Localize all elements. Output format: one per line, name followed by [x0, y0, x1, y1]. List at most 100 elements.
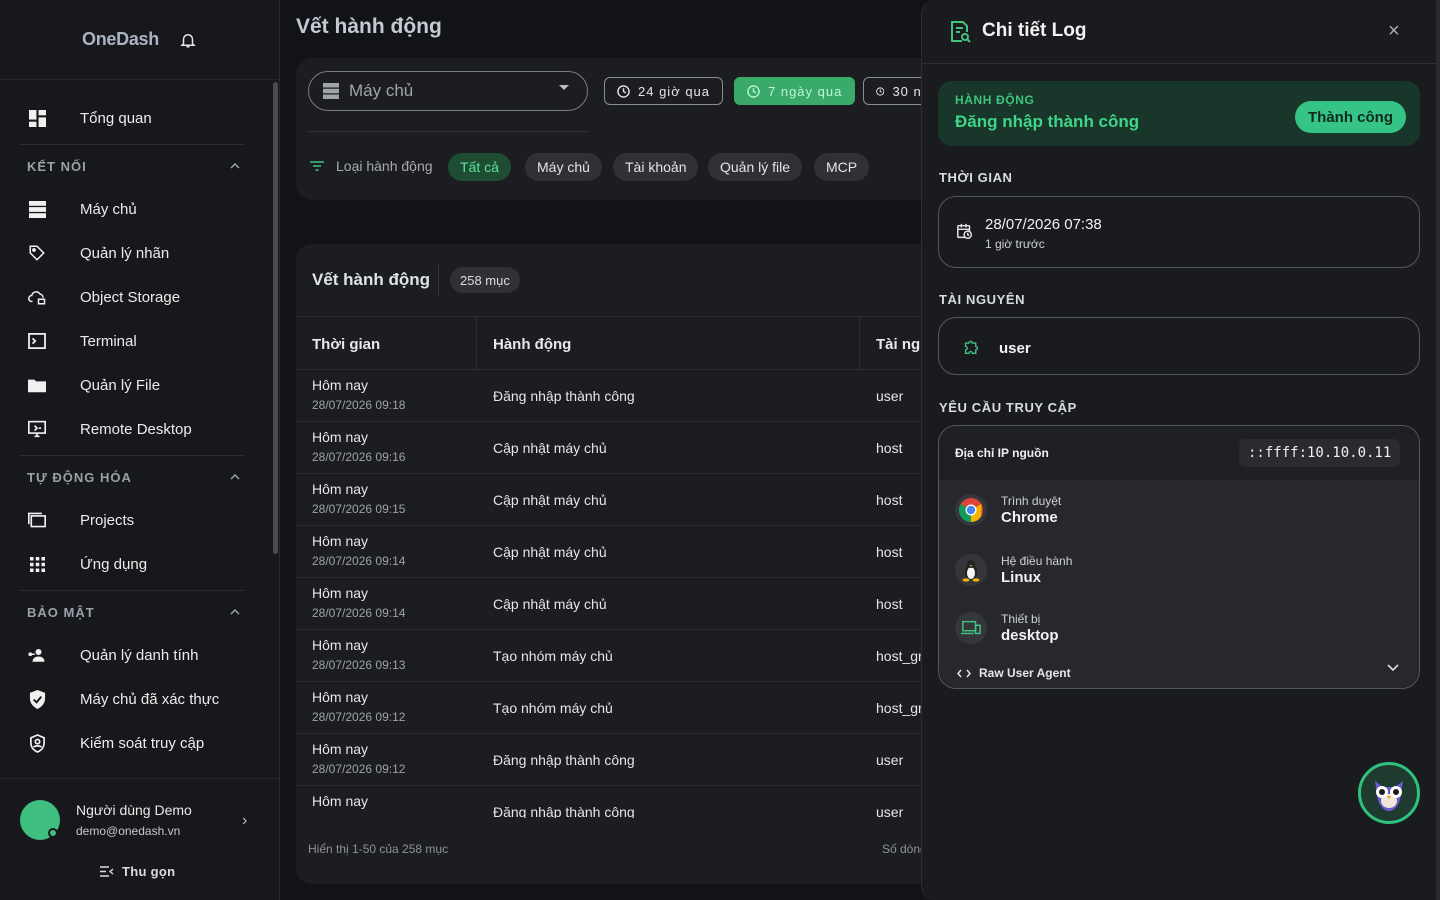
action-label: HÀNH ĐỘNG [955, 93, 1035, 107]
divider [438, 264, 439, 296]
sidebar-item-label: Remote Desktop [80, 420, 192, 438]
row-timestamp: 28/07/2026 09:13 [312, 658, 406, 672]
filter-label-text: Loại hành động [336, 158, 433, 174]
filter-pill-mcp[interactable]: MCP [814, 153, 870, 181]
log-detail-drawer: Chi tiết Log × HÀNH ĐỘNG Đăng nhập thành… [921, 0, 1440, 900]
section-header-connect[interactable]: KẾT NỐI [0, 145, 270, 187]
row-action: Đăng nhập thành công [493, 751, 635, 768]
chevron-up-icon [230, 609, 240, 615]
collapse-label: Thu gọn [122, 864, 176, 879]
column-header-action[interactable]: Hành động [477, 317, 860, 371]
table-row[interactable]: Hôm nay 28/07/2026 09:14 Cập nhật máy chủ… [296, 526, 996, 578]
resource-box: user [938, 317, 1420, 375]
chevron-up-icon [230, 163, 240, 169]
section-header-security[interactable]: BẢO MẬT [0, 591, 270, 633]
filter-card: Máy chủ 24 giờ qua 7 ngày qua 30 ng Loại… [296, 58, 996, 200]
sidebar-scrollbar[interactable] [273, 82, 278, 554]
bell-icon[interactable] [179, 31, 197, 49]
clock-icon [617, 84, 630, 98]
row-action: Cập nhật máy chủ [493, 491, 607, 508]
row-day: Hôm nay [312, 377, 369, 393]
row-action: Đăng nhập thành công [493, 803, 635, 819]
filter-pill-servers[interactable]: Máy chủ [525, 153, 602, 181]
section-title: KẾT NỐI [27, 158, 87, 174]
ip-value[interactable]: ::ffff:10.10.0.11 [1239, 439, 1401, 467]
sidebar-item-files[interactable]: Quản lý File [0, 363, 270, 407]
sidebar-item-terminal[interactable]: Terminal [0, 319, 270, 363]
table-row[interactable]: Hôm nay 28/07/2026 09:18 Đăng nhập thành … [296, 370, 996, 422]
time-range-24h[interactable]: 24 giờ qua [604, 77, 724, 105]
row-action: Tạo nhóm máy chủ [493, 699, 613, 716]
table-row[interactable]: Hôm nay 28/07/2026 09:16 Cập nhật máy chủ… [296, 422, 996, 474]
sidebar-item-verified-servers[interactable]: Máy chủ đã xác thực [0, 677, 270, 721]
section-header-automation[interactable]: TỰ ĐỘNG HÓA [0, 456, 270, 498]
time-range-7d[interactable]: 7 ngày qua [734, 77, 856, 105]
sidebar-item-access-control[interactable]: Kiểm soát truy cập [0, 721, 270, 765]
filter-pill-files[interactable]: Quản lý file [708, 153, 803, 181]
sidebar-item-servers[interactable]: Máy chủ [0, 187, 270, 231]
folder-icon [28, 376, 46, 394]
server-icon [323, 83, 339, 99]
sidebar-item-remote-desktop[interactable]: Remote Desktop [0, 407, 270, 451]
collapse-sidebar-button[interactable]: Thu gọn [100, 864, 175, 879]
device-item: Thiết bị desktop [955, 608, 1059, 648]
server-icon [28, 200, 46, 218]
online-status-dot [48, 828, 58, 838]
section-title: BẢO MẬT [27, 604, 95, 620]
action-type-filter-label: Loại hành động [310, 158, 433, 174]
row-timestamp: 28/07/2026 09:18 [312, 398, 406, 412]
sidebar-item-apps[interactable]: Ứng dụng [0, 542, 270, 586]
server-select[interactable]: Máy chủ [308, 71, 588, 111]
sidebar-item-overview[interactable]: Tổng quan [0, 96, 270, 140]
assistant-owl-button[interactable] [1358, 762, 1420, 824]
table-row[interactable]: Hôm nay 28/07/2026 09:14 Cập nhật máy chủ… [296, 578, 996, 630]
row-timestamp: 28/07/2026 09:12 [312, 762, 406, 776]
table-row[interactable]: Hôm nay 28/07/2026 09:15 Cập nhật máy chủ… [296, 474, 996, 526]
time-relative: 1 giờ trước [985, 237, 1045, 251]
ip-row: Địa chỉ IP nguồn ::ffff:10.10.0.11 [939, 426, 1419, 480]
close-icon[interactable]: × [1388, 20, 1400, 43]
audit-table-card: Vết hành động 258 mục Thời gian Hành độn… [296, 244, 996, 884]
table-row[interactable]: Hôm nay 28/07/2026 09:12 Đăng nhập thành … [296, 734, 996, 786]
sidebar-item-label: Máy chủ đã xác thực [80, 690, 220, 708]
log-search-icon [951, 21, 971, 43]
raw-user-agent-toggle[interactable]: Raw User Agent [957, 666, 1071, 680]
filter-pill-accounts[interactable]: Tài khoản [613, 153, 699, 181]
column-header-time[interactable]: Thời gian [296, 317, 477, 371]
shield-check-icon [28, 689, 46, 709]
user-profile[interactable]: Người dùng Demo demo@onedash.vn › Thu gọ… [0, 778, 279, 900]
code-icon [957, 669, 971, 677]
browser-label: Trình duyệt [1001, 494, 1062, 508]
table-row[interactable]: Hôm nay Đăng nhập thành công user [296, 786, 996, 818]
time-box: 28/07/2026 07:38 1 giờ trước [938, 196, 1420, 268]
raw-user-agent-label: Raw User Agent [979, 666, 1071, 680]
owl-mascot-icon [1375, 781, 1403, 811]
chevron-right-icon[interactable]: › [242, 812, 247, 830]
sidebar-item-label: Máy chủ [80, 200, 137, 218]
row-day: Hôm nay [312, 741, 369, 757]
brand-logo[interactable]: OneDash [82, 29, 159, 50]
resource-value: user [999, 340, 1031, 357]
sidebar-item-labels[interactable]: Quản lý nhãn [0, 231, 270, 275]
row-timestamp: 28/07/2026 09:14 [312, 554, 406, 568]
drawer-scrollbar[interactable] [1436, 0, 1440, 900]
sidebar-item-label: Terminal [80, 332, 137, 350]
sidebar-item-object-storage[interactable]: Object Storage [0, 275, 270, 319]
filter-pill-all[interactable]: Tất cả [448, 153, 511, 181]
device-value: desktop [1001, 627, 1059, 644]
browser-value: Chrome [1001, 509, 1058, 526]
sidebar-item-identity[interactable]: Quản lý danh tính [0, 633, 270, 677]
table-row[interactable]: Hôm nay 28/07/2026 09:13 Tạo nhóm máy chủ… [296, 630, 996, 682]
count-badge: 258 mục [450, 267, 520, 293]
sidebar-item-projects[interactable]: Projects [0, 498, 270, 542]
table-row[interactable]: Hôm nay 28/07/2026 09:12 Tạo nhóm máy chủ… [296, 682, 996, 734]
filter-icon [310, 161, 324, 171]
sidebar-item-label: Quản lý nhãn [80, 244, 170, 262]
chevron-down-icon[interactable] [1387, 664, 1399, 672]
sidebar-item-label: Object Storage [80, 288, 181, 306]
sidebar-item-label: Ứng dụng [80, 555, 148, 573]
calendar-clock-icon [957, 223, 973, 240]
sidebar-item-label: Projects [80, 511, 135, 529]
tag-icon [28, 244, 46, 262]
sidebar-item-label: Quản lý danh tính [80, 646, 199, 664]
